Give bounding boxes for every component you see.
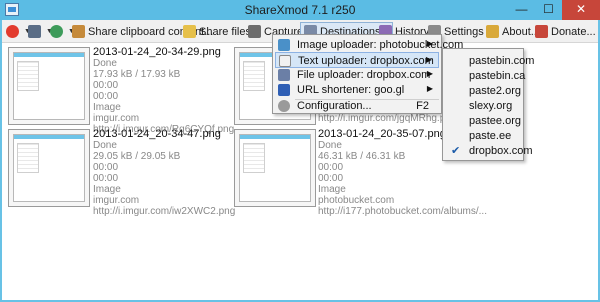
menu-item-label: Image uploader: photobucket.com [297,39,464,51]
donate-icon [535,25,548,38]
upload-thumbnail[interactable] [234,129,316,207]
menu-item-pastebin-ca[interactable]: pastebin.ca [445,68,525,84]
folder-icon [183,25,196,38]
menu-item-label: slexy.org [469,100,513,112]
upload-elapsed: 00:00 [93,80,119,91]
menu-item-label: URL shortener: goo.gl [297,84,405,96]
file-uploader-icon [278,69,290,81]
upload-size: 29.05 kB / 29.05 kB [93,151,181,162]
menu-item-configuration[interactable]: Configuration... F2 [275,98,439,114]
upload-host: imgur.com [93,195,140,206]
text-uploader-icon [279,55,291,67]
menu-item-file-uploader[interactable]: File uploader: dropbox.com ▶ [275,67,439,83]
upload-remaining: 00:00 [93,91,119,102]
file-name[interactable]: 2013-01-24_20-34-47.png [93,129,243,140]
about-icon [486,25,499,38]
menu-item-label: pastebin.ca [469,70,526,82]
upload-details: 2013-01-24_20-34-47.png Done 29.05 kB / … [93,129,243,218]
menu-item-label: Configuration... [297,100,372,112]
clipboard-icon [72,25,85,38]
close-button[interactable]: ✕ [562,0,600,20]
upload-thumbnail[interactable] [8,47,90,125]
menu-item-pastebin-com[interactable]: pastebin.com [445,53,534,69]
upload-remaining: 00:00 [318,173,344,184]
upload-type: Image [318,184,346,195]
upload-elapsed: 00:00 [93,162,119,173]
text-uploader-submenu: pastebin.com pastebin.ca paste2.org slex… [442,48,534,161]
monitor-icon [28,25,41,38]
upload-status: Done [93,140,117,151]
app-window: ShareXmod 7.1 r250 — ☐ ✕ ▼ ▼ ▼ Share cli… [0,0,600,302]
upload-status: Done [93,58,117,69]
screenshot-preview [13,134,85,202]
menu-item-paste-ee[interactable]: paste.ee [445,128,521,144]
upload-url[interactable]: http://i177.photobucket.com/albums/... [318,206,487,217]
url-shortener-icon [278,84,290,96]
menu-item-label: paste.ee [469,130,512,142]
menu-item-paste2-org[interactable]: paste2.org [445,83,521,99]
upload-url[interactable]: http://i.imgur.com/iw2XWC2.png [93,206,243,217]
menu-item-label: pastee.org [469,115,521,127]
donate-button[interactable]: Donate... [535,22,596,41]
upload-host: photobucket.com [318,195,395,206]
menu-item-image-uploader[interactable]: Image uploader: photobucket.com ▶ [275,37,463,53]
submenu-arrow-icon: ▶ [426,69,433,78]
checkmark-icon: ✔ [451,145,461,157]
menu-item-pastee-org[interactable]: pastee.org [445,113,521,129]
about-button[interactable]: About... [486,22,540,41]
upload-size: 17.93 kB / 17.93 kB [93,69,181,80]
menu-item-label: pastebin.com [469,55,535,67]
submenu-arrow-icon: ▶ [425,55,432,64]
shortcut-label: F2 [416,100,429,112]
screenshot-preview [13,52,85,120]
capture-red-icon [6,25,19,38]
submenu-arrow-icon: ▶ [426,39,433,48]
configuration-icon [278,100,290,112]
upload-thumbnail[interactable] [8,129,90,207]
upload-type: Image [93,102,121,113]
file-name[interactable]: 2013-01-24_20-34-29.png [93,47,243,58]
maximize-button[interactable]: ☐ [535,0,562,20]
menu-item-label: Text uploader: dropbox.com [298,55,434,67]
minimize-button[interactable]: — [508,0,535,20]
menu-item-label: paste2.org [469,85,521,97]
submenu-arrow-icon: ▶ [426,84,433,93]
upload-elapsed: 00:00 [318,162,344,173]
upload-host: imgur.com [93,113,140,124]
donate-label: Donate... [551,25,596,38]
image-uploader-icon [278,39,290,51]
upload-type: Image [93,184,121,195]
menu-item-dropbox-com[interactable]: ✔ dropbox.com [445,143,533,159]
screenshot-preview [239,134,311,202]
menu-item-text-uploader[interactable]: Text uploader: dropbox.com ▶ [275,52,439,68]
globe-icon [50,25,63,38]
camera-icon [248,25,261,38]
upload-details: 2013-01-24_20-34-29.png Done 17.93 kB / … [93,47,243,136]
title-bar[interactable]: ShareXmod 7.1 r250 — ☐ ✕ [0,0,600,20]
menu-item-label: dropbox.com [469,145,533,157]
menu-item-label: File uploader: dropbox.com [297,69,431,81]
upload-remaining: 00:00 [93,173,119,184]
settings-label: Settings [444,25,484,38]
menu-item-url-shortener[interactable]: URL shortener: goo.gl ▶ [275,82,439,98]
menu-item-slexy-org[interactable]: slexy.org [445,98,521,114]
destinations-menu: Image uploader: photobucket.com ▶ Text u… [272,34,463,114]
